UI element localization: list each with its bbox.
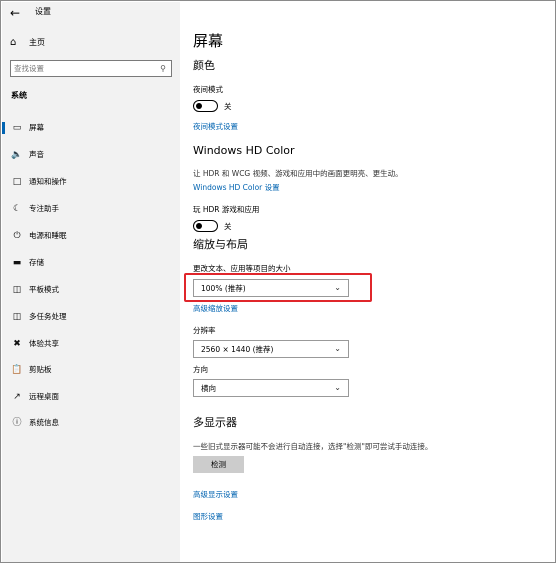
section-title: 系统 bbox=[11, 91, 27, 100]
share-icon: ✖ bbox=[13, 339, 21, 349]
night-light-state: 关 bbox=[224, 102, 232, 111]
advanced-scaling-link[interactable]: 高级缩放设置 bbox=[193, 304, 238, 314]
night-light-label: 夜间模式 bbox=[193, 85, 223, 94]
back-arrow-icon[interactable]: ← bbox=[10, 6, 26, 20]
toggle-knob bbox=[196, 222, 202, 229]
sidebar-item-label: 通知和操作 bbox=[29, 177, 67, 186]
search-icon[interactable]: ⚲ bbox=[160, 63, 166, 74]
multitask-icon: ◫ bbox=[12, 312, 22, 322]
moon-icon: ☾ bbox=[12, 204, 22, 214]
sidebar-item-label: 平板模式 bbox=[29, 285, 59, 294]
sidebar-item-about[interactable]: ⓘ 系统信息 bbox=[2, 412, 180, 434]
sidebar-item-label: 体验共享 bbox=[29, 339, 59, 348]
scale-layout-heading: 缩放与布局 bbox=[193, 238, 248, 251]
home-icon: ⌂ bbox=[10, 37, 17, 48]
sidebar-item-label: 多任务处理 bbox=[29, 312, 67, 321]
info-icon: ⓘ bbox=[12, 418, 22, 428]
clipboard-icon: 📋 bbox=[11, 365, 23, 375]
sidebar-item-notifications[interactable]: □ 通知和操作 bbox=[2, 171, 180, 193]
sidebar-item-home[interactable]: ⌂ 主页 bbox=[2, 34, 180, 54]
sidebar-item-label: 远程桌面 bbox=[29, 392, 59, 401]
sidebar-item-multitasking[interactable]: ◫ 多任务处理 bbox=[2, 306, 180, 328]
settings-window: ← 设置 ⌂ 主页 ⚲ 系统 ▭ 屏幕 🔈 声音 □ 通知和操作 ☾ 专注助手 … bbox=[0, 0, 556, 563]
hdr-description: 让 HDR 和 WCG 视频、游戏和应用中的画面更明亮、更生动。 bbox=[193, 169, 403, 178]
hdr-heading: Windows HD Color bbox=[193, 144, 295, 157]
sidebar-item-label: 主页 bbox=[29, 38, 45, 47]
sidebar-item-label: 屏幕 bbox=[29, 123, 44, 132]
sidebar-item-sound[interactable]: 🔈 声音 bbox=[2, 144, 180, 166]
resolution-dropdown[interactable]: 2560 × 1440 (推荐) ⌄ bbox=[193, 340, 349, 358]
search-box[interactable]: ⚲ bbox=[10, 60, 172, 77]
power-icon: ⏻ bbox=[13, 231, 21, 241]
page-title: 屏幕 bbox=[193, 32, 224, 50]
sidebar-item-clipboard[interactable]: 📋 剪贴板 bbox=[2, 359, 180, 381]
notification-icon: □ bbox=[12, 177, 22, 187]
multi-display-heading: 多显示器 bbox=[193, 416, 237, 429]
orientation-label: 方向 bbox=[193, 365, 208, 374]
search-input[interactable] bbox=[14, 63, 154, 74]
sidebar: ← 设置 ⌂ 主页 ⚲ 系统 ▭ 屏幕 🔈 声音 □ 通知和操作 ☾ 专注助手 … bbox=[2, 2, 180, 562]
sidebar-item-label: 存储 bbox=[29, 258, 44, 267]
sidebar-item-power[interactable]: ⏻ 电源和睡眠 bbox=[2, 225, 180, 247]
multi-display-description: 一些旧式显示器可能不会进行自动连接，选择"检测"即可尝试手动连接。 bbox=[193, 442, 433, 451]
chevron-down-icon: ⌄ bbox=[334, 383, 341, 392]
toggle-knob bbox=[196, 102, 202, 109]
highlight-box bbox=[184, 273, 372, 302]
advanced-display-link[interactable]: 高级显示设置 bbox=[193, 490, 238, 500]
sidebar-item-label: 系统信息 bbox=[29, 418, 59, 427]
sidebar-item-label: 剪贴板 bbox=[29, 365, 52, 374]
sidebar-item-shared-experiences[interactable]: ✖ 体验共享 bbox=[2, 333, 180, 355]
detect-button[interactable]: 检测 bbox=[193, 456, 244, 473]
window-title: 设置 bbox=[35, 7, 51, 16]
sidebar-item-label: 电源和睡眠 bbox=[29, 231, 67, 240]
color-heading: 颜色 bbox=[193, 59, 215, 72]
sidebar-item-remote-desktop[interactable]: ↗ 远程桌面 bbox=[2, 386, 180, 408]
play-hdr-toggle[interactable] bbox=[193, 220, 218, 232]
orientation-value: 横向 bbox=[201, 384, 216, 393]
storage-icon: ▬ bbox=[12, 258, 22, 268]
play-hdr-label: 玩 HDR 游戏和应用 bbox=[193, 205, 260, 214]
tablet-icon: ◫ bbox=[12, 285, 22, 295]
remote-desktop-icon: ↗ bbox=[13, 392, 21, 402]
night-light-settings-link[interactable]: 夜间模式设置 bbox=[193, 122, 238, 132]
hdr-settings-link[interactable]: Windows HD Color 设置 bbox=[193, 183, 280, 193]
speaker-icon: 🔈 bbox=[11, 150, 23, 160]
sidebar-item-focus-assist[interactable]: ☾ 专注助手 bbox=[2, 198, 180, 220]
chevron-down-icon: ⌄ bbox=[334, 344, 341, 353]
graphics-settings-link[interactable]: 图形设置 bbox=[193, 512, 223, 522]
night-light-toggle[interactable] bbox=[193, 100, 218, 112]
sidebar-item-display[interactable]: ▭ 屏幕 bbox=[2, 117, 180, 139]
sidebar-item-label: 声音 bbox=[29, 150, 44, 159]
play-hdr-state: 关 bbox=[224, 222, 232, 231]
monitor-icon: ▭ bbox=[12, 123, 22, 133]
orientation-dropdown[interactable]: 横向 ⌄ bbox=[193, 379, 349, 397]
resolution-value: 2560 × 1440 (推荐) bbox=[201, 345, 274, 354]
sidebar-item-tablet-mode[interactable]: ◫ 平板模式 bbox=[2, 279, 180, 301]
sidebar-item-storage[interactable]: ▬ 存储 bbox=[2, 252, 180, 274]
sidebar-item-label: 专注助手 bbox=[29, 204, 59, 213]
resolution-label: 分辨率 bbox=[193, 326, 216, 335]
